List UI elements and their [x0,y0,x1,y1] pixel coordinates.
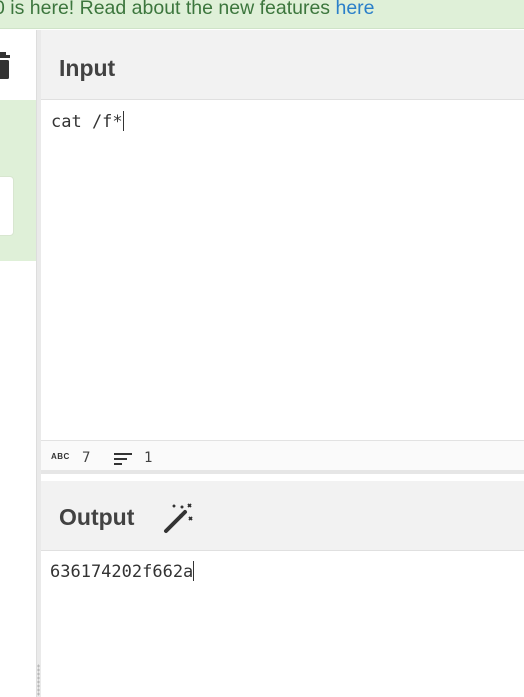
recipe-operation-card[interactable] [0,176,14,236]
banner-text: 0 is here! Read about the new features h… [0,0,375,18]
output-text: 636174202f662a [50,562,194,582]
recipe-header [0,30,36,100]
output-header: Output [41,481,524,551]
banner-link[interactable]: here [335,0,374,19]
announcement-banner: 0 is here! Read about the new features h… [0,0,524,29]
resize-grip[interactable] [37,664,40,696]
char-count: 7 [82,450,91,466]
lines-icon [114,453,132,465]
magic-wand-icon[interactable] [161,501,195,535]
output-title: Output [59,504,135,530]
input-textarea[interactable]: cat /f* [41,101,524,440]
output-cursor [193,561,195,581]
output-textarea[interactable]: 636174202f662a [41,551,524,697]
trash-icon[interactable] [0,51,10,79]
text-cursor [122,111,124,131]
abc-icon: ABC [51,452,70,461]
input-header: Input [41,30,524,100]
input-text: cat /f* [51,112,123,132]
recipe-pane [0,30,36,697]
input-status-bar: ABC 7 1 [41,440,524,474]
input-title: Input [59,55,116,81]
line-count: 1 [144,450,153,466]
recipe-operation-area [0,100,36,261]
